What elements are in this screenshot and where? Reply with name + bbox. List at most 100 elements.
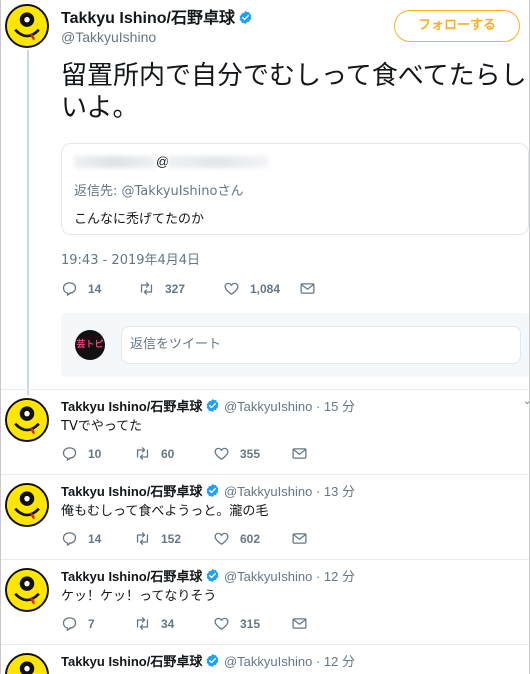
reply-avatar[interactable]	[5, 568, 49, 612]
quoted-text: こんなに禿げてたのか	[74, 212, 205, 227]
verified-badge-icon	[205, 653, 220, 668]
avatar-image	[7, 655, 47, 674]
reply-author-name[interactable]: Takkyu Ishino/石野卓球	[61, 399, 202, 414]
retweet-count: 60	[161, 446, 175, 461]
like-button[interactable]: 602	[213, 530, 291, 547]
reply-icon	[61, 530, 78, 547]
like-icon	[213, 615, 230, 632]
retweet-count: 152	[161, 531, 182, 546]
reply-avatar[interactable]	[5, 398, 49, 442]
retweet-count: 327	[165, 281, 186, 296]
quoted-tweet-card[interactable]: @ 返信先: @TakkyuIshinoさん こんなに禿げてたのか	[61, 143, 529, 235]
blurred-quoted-handle	[168, 156, 268, 168]
like-button[interactable]: 315	[213, 615, 291, 632]
like-count: 355	[240, 446, 261, 461]
reply-author-handle[interactable]: @TakkyuIshino	[224, 569, 312, 584]
retweet-icon	[138, 280, 155, 297]
share-button[interactable]	[299, 280, 316, 297]
reply-header: Takkyu Ishino/石野卓球 @TakkyuIshino · 15 分	[61, 396, 355, 415]
divider	[1, 389, 529, 390]
retweet-icon	[134, 615, 151, 632]
reply-actions: 10 60 355	[61, 445, 308, 462]
like-icon	[223, 280, 240, 297]
reply-count: 10	[88, 446, 102, 461]
verified-badge-icon	[205, 568, 220, 583]
reply-author-handle[interactable]: @TakkyuIshino	[224, 399, 312, 414]
reply-input[interactable]: 返信をツイート	[121, 326, 521, 364]
reply-actions: 14 152 602	[61, 530, 308, 547]
share-button[interactable]	[291, 615, 308, 632]
reply-count: 14	[88, 281, 102, 296]
reply-icon	[61, 615, 78, 632]
reply-button[interactable]: 14	[61, 530, 134, 547]
reply-author-name[interactable]: Takkyu Ishino/石野卓球	[61, 654, 202, 669]
current-user-avatar: 芸トピ	[75, 330, 105, 360]
reply-time[interactable]: · 12 分	[316, 569, 355, 584]
avatar-image	[7, 400, 47, 440]
retweet-icon	[134, 530, 151, 547]
retweet-button[interactable]: 60	[134, 445, 213, 462]
reply-avatar[interactable]	[5, 483, 49, 527]
like-count: 602	[240, 531, 261, 546]
reply-header: Takkyu Ishino/石野卓球 @TakkyuIshino · 12 分	[61, 651, 355, 670]
verified-badge-icon	[205, 483, 220, 498]
retweet-button[interactable]: 327	[138, 280, 223, 297]
share-button[interactable]	[291, 530, 308, 547]
verified-badge-icon	[205, 398, 220, 413]
reply-author-handle[interactable]: @TakkyuIshino	[224, 654, 312, 669]
share-mail-icon	[291, 615, 308, 632]
like-button[interactable]: 355	[213, 445, 291, 462]
author-name-row[interactable]: Takkyu Ishino/石野卓球	[61, 4, 253, 28]
share-button[interactable]	[291, 445, 308, 462]
share-mail-icon	[291, 445, 308, 462]
tweet-timestamp[interactable]: 19:43 - 2019年4月4日	[61, 249, 200, 268]
reply-composer: 芸トピ 返信をツイート	[61, 313, 529, 377]
avatar-image	[7, 570, 47, 610]
author-avatar[interactable]	[5, 4, 49, 48]
verified-badge-icon	[238, 10, 253, 25]
tweet-detail-page: Takkyu Ishino/石野卓球 @TakkyuIshino フォローする …	[0, 0, 530, 674]
retweet-button[interactable]: 34	[134, 615, 213, 632]
reply-author-handle[interactable]: @TakkyuIshino	[224, 484, 312, 499]
reply-avatar[interactable]	[5, 653, 49, 674]
reply-author-name[interactable]: Takkyu Ishino/石野卓球	[61, 569, 202, 584]
divider	[1, 474, 529, 475]
share-mail-icon	[291, 530, 308, 547]
reply-actions: 7 34 315	[61, 615, 308, 632]
like-icon	[213, 530, 230, 547]
divider	[1, 644, 529, 645]
tweet-text: 留置所内で自分でむしって食べてたらしいよ。	[61, 61, 527, 123]
reply-text: 俺もむしって食べようっと。瀧の毛	[61, 504, 269, 519]
blurred-quoted-name	[74, 156, 156, 168]
reply-text: ケッ！ケッ！ってなりそう	[61, 589, 217, 604]
reply-time[interactable]: · 13 分	[316, 484, 355, 499]
tweet-actions: 14 327 1,084	[61, 280, 316, 297]
reply-icon	[61, 280, 78, 297]
follow-button[interactable]: フォローする	[394, 10, 520, 42]
reply-count: 7	[88, 616, 95, 631]
author-handle[interactable]: @TakkyuIshino	[61, 29, 156, 45]
author-display-name[interactable]: Takkyu Ishino/石野卓球	[61, 10, 235, 27]
chevron-down-icon[interactable]: ⌄	[523, 396, 529, 407]
reply-author-name[interactable]: Takkyu Ishino/石野卓球	[61, 484, 202, 499]
like-icon	[213, 445, 230, 462]
like-count: 315	[240, 616, 261, 631]
reply-button[interactable]: 7	[61, 615, 134, 632]
avatar-image	[7, 485, 47, 525]
like-count: 1,084	[250, 281, 281, 296]
quoted-reply-to[interactable]: 返信先: @TakkyuIshinoさん	[74, 180, 243, 199]
reply-time[interactable]: · 15 分	[316, 399, 355, 414]
like-button[interactable]: 1,084	[223, 280, 299, 297]
reply-button[interactable]: 14	[61, 280, 138, 297]
retweet-count: 34	[161, 616, 175, 631]
reply-header: Takkyu Ishino/石野卓球 @TakkyuIshino · 13 分	[61, 481, 355, 500]
reply-count: 14	[88, 531, 102, 546]
reply-text: TVでやってた	[61, 419, 143, 434]
reply-button[interactable]: 10	[61, 445, 134, 462]
avatar-image	[7, 6, 47, 46]
reply-time[interactable]: · 12 分	[316, 654, 355, 669]
thread-line	[27, 50, 29, 395]
retweet-button[interactable]: 152	[134, 530, 213, 547]
share-mail-icon	[299, 280, 316, 297]
retweet-icon	[134, 445, 151, 462]
